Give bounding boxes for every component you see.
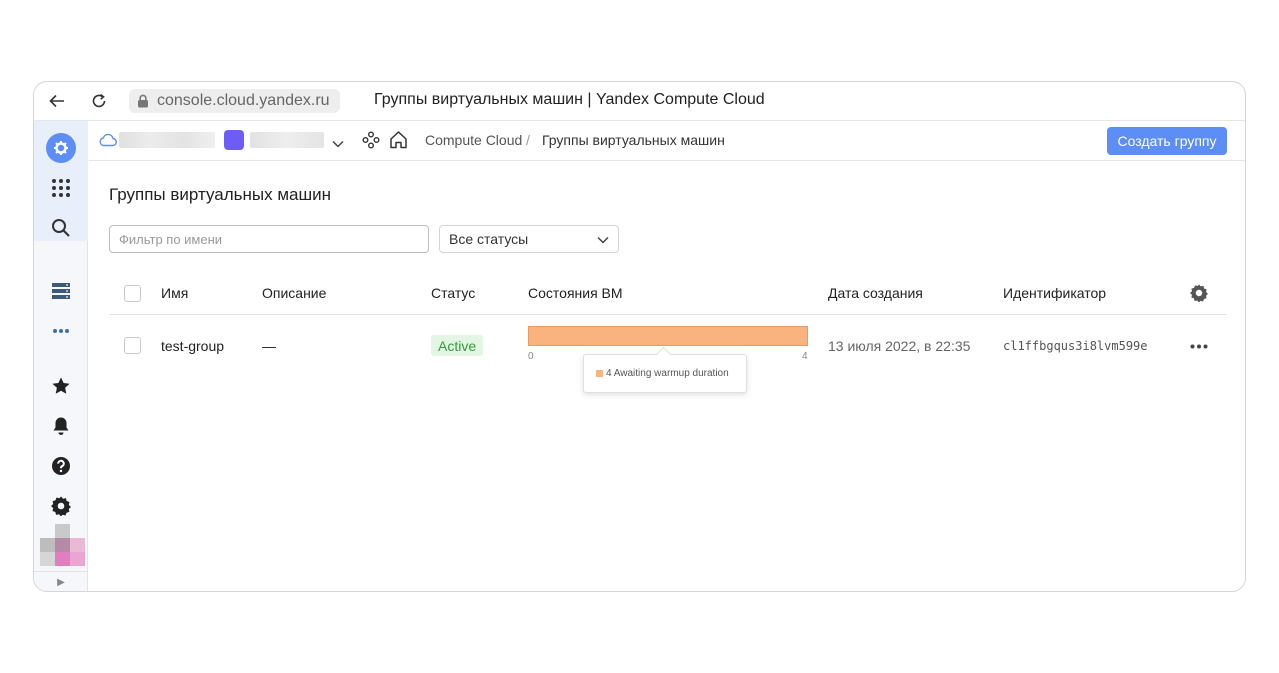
breadcrumb-compute-cloud[interactable]: Compute Cloud [425,132,522,148]
expand-sidebar-icon[interactable]: ▶ [34,571,88,591]
group-name-link[interactable]: test-group [161,338,224,354]
table-settings-gear-icon[interactable] [1190,284,1208,307]
bell-icon[interactable] [46,411,76,441]
created-date: 13 июля 2022, в 22:35 [828,338,971,354]
status-select-value: Все статусы [449,231,529,247]
cloud-icon[interactable] [99,133,117,152]
select-all-checkbox[interactable] [124,285,141,302]
group-id: cl1ffbgqus3i8lvm599e [1003,339,1148,353]
legend-swatch [596,370,603,377]
url-text: console.cloud.yandex.ru [157,92,330,109]
tooltip-text: 4 Awaiting warmup duration [606,368,729,379]
vm-states-min: 0 [528,351,534,362]
create-group-button[interactable]: Создать группу [1107,127,1227,155]
services-grid-icon[interactable] [46,173,76,203]
status-select[interactable]: Все статусы [439,225,619,253]
column-created[interactable]: Дата создания [828,285,923,301]
sidebar: ▶ [34,121,88,591]
vm-states-tooltip: 4 Awaiting warmup duration [583,354,747,393]
column-description[interactable]: Описание [262,285,326,301]
avatar[interactable] [40,524,85,566]
browser-toolbar: console.cloud.yandex.ru Группы виртуальн… [34,82,1245,121]
row-actions-more-icon[interactable] [1188,337,1210,355]
vm-states-bar[interactable] [528,326,808,346]
name-filter-input[interactable] [109,225,429,253]
settings-icon[interactable] [46,491,76,521]
chevron-down-icon [597,231,609,247]
services-graph-icon[interactable] [362,131,380,154]
more-services-icon[interactable] [46,316,76,346]
table-header: Имя Описание Статус Состояния ВМ Дата со… [109,273,1227,315]
cloud-name-redacted[interactable] [119,132,215,148]
servers-icon[interactable] [46,276,76,306]
search-icon[interactable] [46,213,76,243]
page-title: Группы виртуальных машин [109,185,331,204]
browser-tab-title: Группы виртуальных машин | Yandex Comput… [374,91,765,108]
folder-name-redacted[interactable] [250,132,324,148]
compute-cloud-icon[interactable] [46,133,76,163]
star-icon[interactable] [46,371,76,401]
home-icon[interactable] [389,130,408,154]
browser-window: console.cloud.yandex.ru Группы виртуальн… [33,81,1246,592]
column-vm-states[interactable]: Состояния ВМ [528,285,623,301]
breadcrumb-current: Группы виртуальных машин [542,132,725,148]
row-checkbox[interactable] [124,337,141,354]
breadcrumb-separator: / [526,132,530,148]
table-row[interactable]: test-group — Active 0 4 4 Awaiting warmu… [109,315,1227,393]
chevron-down-icon[interactable] [332,135,344,153]
folder-icon[interactable] [224,130,244,150]
status-badge: Active [431,335,484,356]
help-icon[interactable] [46,451,76,481]
address-bar[interactable]: console.cloud.yandex.ru [129,89,340,113]
column-name[interactable]: Имя [161,285,188,301]
main-content: Compute Cloud / Группы виртуальных машин… [89,121,1245,591]
group-description: — [262,338,276,354]
back-icon[interactable] [46,90,68,112]
column-id[interactable]: Идентификатор [1003,285,1106,301]
vm-states-max: 4 [802,351,808,362]
column-status[interactable]: Статус [431,285,475,301]
lock-icon [137,94,149,108]
reload-icon[interactable] [88,90,110,112]
console-header: Compute Cloud / Группы виртуальных машин… [89,121,1245,161]
